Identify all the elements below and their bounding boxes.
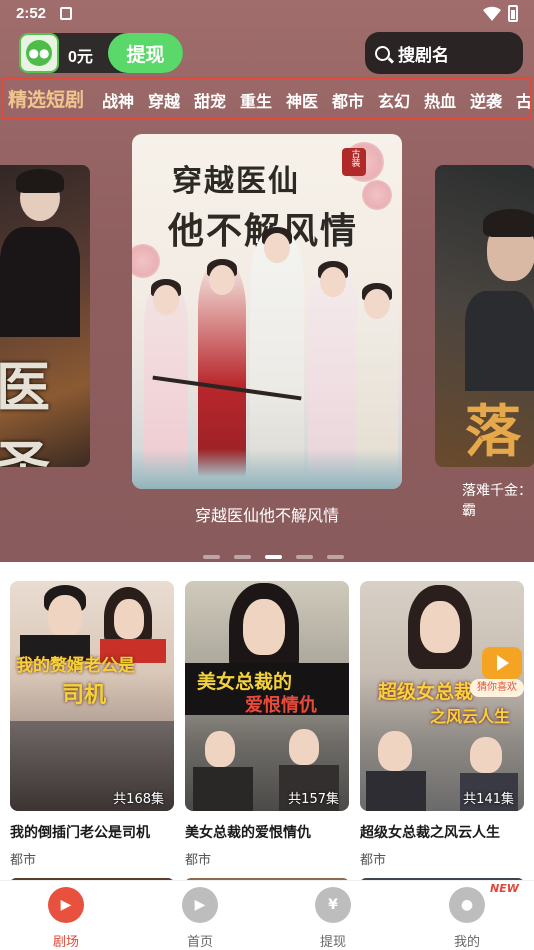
poster-title-line1: 我的赘婿老公是 bbox=[16, 656, 135, 676]
blossom-decoration bbox=[362, 180, 392, 210]
drama-tag: 都市 bbox=[10, 853, 37, 868]
new-badge: NEW bbox=[490, 882, 519, 895]
notification-icon bbox=[60, 7, 72, 20]
play-icon bbox=[482, 647, 522, 679]
drama-tag: 都市 bbox=[185, 853, 212, 868]
category-tab-time-travel[interactable]: 穿越 bbox=[148, 88, 180, 112]
drama-card[interactable]: 超级女总裁 之风云人生 猜你喜欢 共141集 bbox=[360, 581, 524, 811]
poster-title-text: 医圣 bbox=[0, 355, 50, 467]
tab-label: 我的 bbox=[453, 935, 480, 950]
poster-body bbox=[366, 771, 426, 811]
search-icon bbox=[375, 45, 390, 61]
carousel-dot bbox=[203, 555, 220, 559]
category-tab-hot-blood[interactable]: 热血 bbox=[424, 88, 456, 112]
clapperboard-icon: ▶ bbox=[48, 887, 84, 923]
carousel-indicator bbox=[203, 544, 353, 562]
poster-wave bbox=[132, 449, 402, 489]
poster-face bbox=[470, 737, 502, 773]
wifi-icon bbox=[483, 6, 501, 22]
poster-face bbox=[48, 595, 82, 637]
poster-face bbox=[243, 599, 285, 655]
carousel-dot bbox=[234, 555, 252, 559]
tab-profile[interactable]: ● 我的 bbox=[427, 887, 507, 950]
carousel-poster-right[interactable]: 落 bbox=[435, 165, 534, 467]
poster-title-line1: 超级女总裁 bbox=[378, 681, 474, 703]
poster-body bbox=[465, 291, 534, 391]
tab-label: 首页 bbox=[186, 935, 213, 950]
search-label: 搜剧名 bbox=[398, 45, 449, 66]
carousel-caption-main: 穿越医仙他不解风情 bbox=[194, 506, 339, 525]
user-icon: ● bbox=[449, 887, 485, 923]
category-tab-featured[interactable]: 精选短剧 bbox=[8, 85, 84, 112]
poster-hair bbox=[483, 209, 534, 237]
hero-banner: 2:52 ●● 0元 提现 搜剧名 精选短剧 战神 穿越 甜宠 重生 神医 都市… bbox=[0, 0, 534, 562]
poster-title-text: 落 bbox=[465, 399, 521, 465]
battery-icon bbox=[508, 5, 518, 22]
status-bar: 2:52 bbox=[0, 0, 534, 28]
category-tab-ancient[interactable]: 古 bbox=[516, 88, 530, 112]
carousel-poster-left[interactable]: 医圣 bbox=[0, 165, 90, 467]
category-tab-war-god[interactable]: 战神 bbox=[102, 88, 134, 112]
poster-title-line1: 穿越医仙 bbox=[172, 164, 300, 199]
poster-face bbox=[378, 731, 412, 771]
category-tab-sweet-romance[interactable]: 甜宠 bbox=[194, 88, 226, 112]
drama-tag: 都市 bbox=[360, 853, 387, 868]
poster-hair bbox=[16, 169, 64, 193]
poster-body bbox=[0, 227, 80, 337]
carousel-dot bbox=[296, 555, 314, 559]
poster-title-line2: 爱恨情仇 bbox=[245, 695, 317, 716]
tv-icon: ▶ bbox=[182, 887, 218, 923]
poster-face bbox=[205, 731, 235, 767]
category-tab-urban[interactable]: 都市 bbox=[332, 88, 364, 112]
poster-title-line2: 之风云人生 bbox=[430, 707, 511, 726]
drama-card[interactable]: 我的赘婿老公是 司机 共168集 bbox=[10, 581, 174, 811]
tab-label: 提现 bbox=[319, 935, 346, 950]
category-tabs: 精选短剧 战神 穿越 甜宠 重生 神医 都市 玄幻 热血 逆袭 古 bbox=[1, 77, 532, 120]
status-time: 2:52 bbox=[16, 5, 47, 22]
episode-count: 共141集 bbox=[463, 792, 514, 807]
category-tab-rebirth[interactable]: 重生 bbox=[240, 88, 272, 112]
category-tab-fantasy[interactable]: 玄幻 bbox=[378, 88, 410, 112]
poster-face bbox=[420, 601, 460, 653]
tab-withdraw[interactable]: ¥ 提现 bbox=[293, 887, 373, 950]
poster-title-line1: 美女总裁的 bbox=[197, 671, 293, 693]
carousel-dot bbox=[327, 555, 345, 559]
search-button[interactable]: 搜剧名 bbox=[365, 32, 523, 74]
poster-title-line2: 司机 bbox=[62, 683, 107, 708]
tab-label: 剧场 bbox=[52, 935, 79, 950]
poster-seal: 古装 bbox=[342, 148, 366, 176]
category-tab-comeback[interactable]: 逆袭 bbox=[470, 88, 502, 112]
coin-balance[interactable]: ●● 0元 提现 bbox=[19, 33, 183, 73]
drama-title[interactable]: 我的倒插门老公是司机 bbox=[10, 822, 150, 842]
drama-title[interactable]: 美女总裁的爱恨情仇 bbox=[185, 822, 311, 842]
carousel-poster-main[interactable]: 穿越医仙 他不解风情 古装 bbox=[132, 134, 402, 489]
tab-home[interactable]: ▶ 首页 bbox=[160, 887, 240, 950]
episode-count: 共157集 bbox=[288, 792, 339, 807]
money-bag-icon: ¥ bbox=[315, 887, 351, 923]
drama-title[interactable]: 超级女总裁之风云人生 bbox=[360, 822, 500, 842]
poster-body bbox=[193, 767, 253, 811]
carousel-dot-active bbox=[265, 555, 283, 559]
wechat-icon: ●● bbox=[19, 33, 59, 73]
episode-count: 共168集 bbox=[113, 792, 164, 807]
category-tab-miracle-doctor[interactable]: 神医 bbox=[286, 88, 318, 112]
poster-face bbox=[289, 729, 319, 765]
recommend-sticker: 猜你喜欢 bbox=[470, 679, 524, 697]
withdraw-button[interactable]: 提现 bbox=[108, 33, 183, 73]
coin-amount: 0元 bbox=[68, 49, 93, 66]
tab-theater[interactable]: ▶ 剧场 bbox=[26, 887, 106, 950]
poster-face bbox=[114, 599, 144, 639]
drama-card[interactable]: 美女总裁的 爱恨情仇 共157集 bbox=[185, 581, 349, 811]
bottom-tab-bar: ▶ 剧场 ▶ 首页 ¥ 提现 ● 我的 bbox=[0, 880, 534, 950]
blossom-decoration bbox=[132, 244, 160, 278]
